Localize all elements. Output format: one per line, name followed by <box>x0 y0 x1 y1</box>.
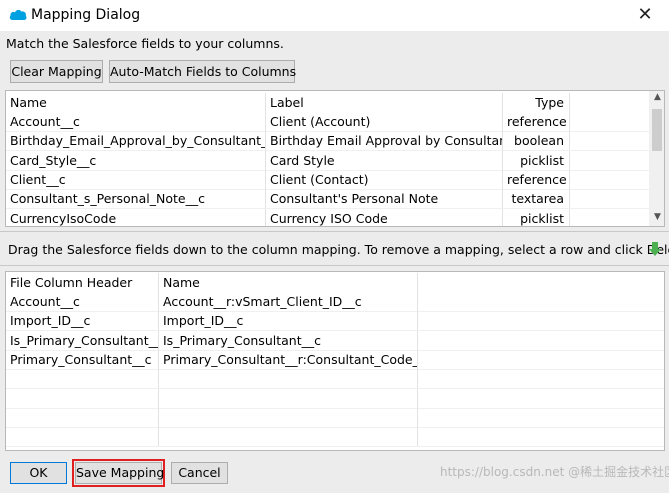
table-row[interactable]: Birthday_Email_Approval_by_Consultant__c… <box>6 131 650 152</box>
empty-cell <box>570 151 650 170</box>
field-type-cell: reference <box>503 112 570 131</box>
table-row[interactable]: Account__c Account__r:vSmart_Client_ID__c <box>6 292 664 312</box>
mapped-name-cell: Primary_Consultant__r:Consultant_Code__c <box>159 349 418 369</box>
instruction-text: Match the Salesforce fields to your colu… <box>6 36 284 51</box>
empty-cell <box>570 112 650 131</box>
mapped-name-cell <box>159 407 418 427</box>
mapping-table: File Column Header Name Account__c Accoun… <box>5 271 665 451</box>
column-header-type[interactable]: Type <box>503 93 570 112</box>
clear-mapping-button[interactable]: Clear Mapping <box>10 60 103 83</box>
column-header-mapped-name[interactable]: Name <box>159 273 418 292</box>
mapped-name-cell: Is_Primary_Consultant__c <box>159 330 418 350</box>
mapped-name-cell <box>159 427 418 447</box>
drag-hint-text: Drag the Salesforce fields down to the c… <box>8 242 669 257</box>
empty-row[interactable] <box>6 407 664 428</box>
field-label-cell: Birthday Email Approval by Consultant <box>266 131 503 151</box>
field-type-cell: textarea <box>503 189 570 209</box>
field-name-cell: Card_Style__c <box>6 150 266 170</box>
file-column-cell: Account__c <box>6 292 159 311</box>
save-mapping-button[interactable]: Save Mapping <box>75 462 164 484</box>
table-row[interactable]: Import_ID__c Import_ID__c <box>6 311 664 332</box>
file-column-cell: Primary_Consultant__c <box>6 349 159 369</box>
empty-row[interactable] <box>6 427 664 448</box>
watermark: https://blog.csdn.net @稀土掘金技术社区 <box>440 465 669 479</box>
field-name-cell: Account__c <box>6 112 266 131</box>
table-row[interactable]: Client__c Client (Contact) reference <box>6 169 650 190</box>
mapped-name-cell: Account__r:vSmart_Client_ID__c <box>159 292 418 311</box>
empty-cell <box>570 209 650 227</box>
title-bar: Mapping Dialog ✕ <box>0 0 669 31</box>
auto-match-button[interactable]: Auto-Match Fields to Columns <box>109 60 296 83</box>
close-icon[interactable]: ✕ <box>632 3 658 27</box>
field-type-cell: boolean <box>503 131 570 151</box>
empty-cell <box>570 131 650 150</box>
field-name-cell: Consultant_s_Personal_Note__c <box>6 189 266 209</box>
field-label-cell: Client (Account) <box>266 112 503 131</box>
empty-cell <box>570 170 650 189</box>
field-label-cell: Consultant's Personal Note <box>266 189 503 209</box>
file-column-cell <box>6 388 159 408</box>
scroll-thumb[interactable] <box>652 109 662 151</box>
field-name-cell: Birthday_Email_Approval_by_Consultant__c <box>6 131 266 151</box>
scroll-down-icon[interactable]: ▼ <box>649 212 664 222</box>
mapped-name-cell <box>159 369 418 389</box>
column-header-empty <box>570 93 650 112</box>
mapping-table-header: File Column Header Name <box>6 273 664 292</box>
ok-button[interactable]: OK <box>10 462 67 484</box>
window-title: Mapping Dialog <box>31 7 141 23</box>
fields-scrollbar[interactable]: ▲ ▼ <box>649 91 664 226</box>
file-column-cell <box>6 427 159 447</box>
cancel-button[interactable]: Cancel <box>171 462 228 484</box>
down-arrow-icon <box>649 242 661 256</box>
field-name-cell: CurrencyIsoCode <box>6 208 266 226</box>
empty-row[interactable] <box>6 388 664 409</box>
field-label-cell: Client (Contact) <box>266 169 503 189</box>
table-row[interactable]: Is_Primary_Consultant__c Is_Primary_Consu… <box>6 330 664 351</box>
column-header-file-column[interactable]: File Column Header <box>6 273 159 292</box>
table-row[interactable]: CurrencyIsoCode Currency ISO Code picklist <box>6 208 650 227</box>
mapped-name-cell <box>159 388 418 408</box>
file-column-cell: Import_ID__c <box>6 311 159 331</box>
table-row[interactable]: Card_Style__c Card Style picklist <box>6 150 650 171</box>
empty-row[interactable] <box>6 369 664 390</box>
field-type-cell: picklist <box>503 208 570 226</box>
table-row[interactable]: Consultant_s_Personal_Note__c Consultant'… <box>6 189 650 210</box>
field-label-cell: Currency ISO Code <box>266 208 503 226</box>
splitter[interactable] <box>0 231 669 232</box>
table-row[interactable]: Account__c Client (Account) reference <box>6 112 650 132</box>
column-header-label[interactable]: Label <box>266 93 503 112</box>
column-header-name[interactable]: Name <box>6 93 266 112</box>
fields-table-header: Name Label Type <box>6 93 650 112</box>
field-name-cell: Client__c <box>6 169 266 189</box>
field-type-cell: picklist <box>503 150 570 170</box>
field-label-cell: Card Style <box>266 150 503 170</box>
salesforce-cloud-icon <box>9 9 27 20</box>
scroll-up-icon[interactable]: ▲ <box>649 92 664 102</box>
file-column-cell: Is_Primary_Consultant__c <box>6 330 159 350</box>
empty-cell <box>570 189 650 208</box>
file-column-cell <box>6 369 159 389</box>
table-row[interactable]: Primary_Consultant__c Primary_Consultant_… <box>6 349 664 370</box>
fields-table: Name Label Type Account__c Client (Accoun… <box>5 90 665 227</box>
field-type-cell: reference <box>503 169 570 189</box>
file-column-cell <box>6 407 159 427</box>
section-divider <box>0 265 669 266</box>
mapped-name-cell: Import_ID__c <box>159 311 418 331</box>
